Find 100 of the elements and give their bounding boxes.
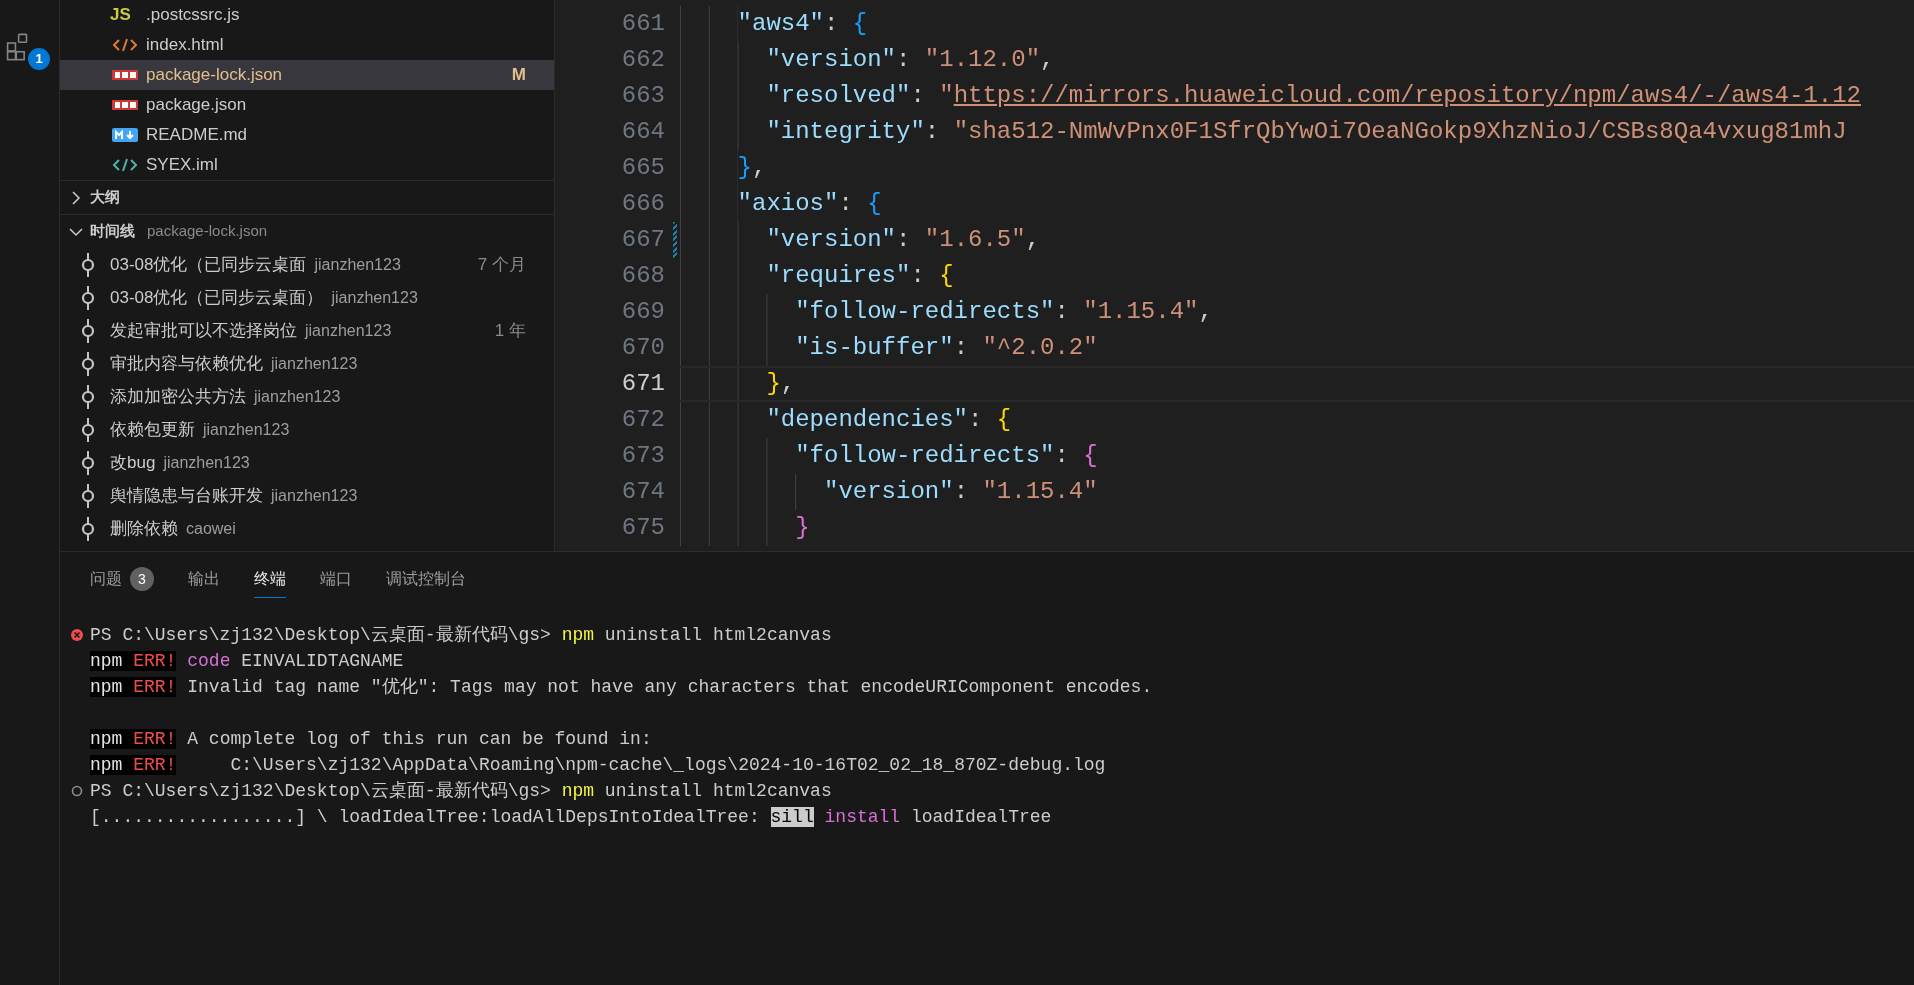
timeline-item[interactable]: 发起审批可以不选择岗位 jianzhen123 1 年 bbox=[60, 314, 554, 347]
commit-icon bbox=[80, 285, 96, 310]
section-subtitle: package-lock.json bbox=[147, 221, 268, 242]
section-title: 大纲 bbox=[90, 187, 120, 208]
file-name: index.html bbox=[146, 34, 224, 57]
commit-message: 依赖包更新 bbox=[110, 418, 195, 441]
line-number: 667 bbox=[620, 225, 665, 255]
code-line: "follow-redirects": "1.15.4", bbox=[795, 297, 1213, 327]
code-line: "is-buffer": "^2.0.2" bbox=[795, 333, 1098, 363]
count-badge: 3 bbox=[130, 567, 154, 591]
timeline-item[interactable]: 改bug jianzhen123 bbox=[60, 446, 554, 479]
code-line: "follow-redirects": { bbox=[795, 441, 1098, 471]
commit-author: jianzhen123 bbox=[163, 452, 250, 473]
code-link[interactable]: https://mirrors.huaweicloud.com/repository/npm/aws4/-/aws4-1.12 bbox=[953, 82, 1861, 109]
file-item[interactable]: package.json bbox=[60, 90, 554, 120]
commit-author: jianzhen123 bbox=[271, 485, 358, 506]
panel-tab[interactable]: 终端 bbox=[254, 564, 286, 598]
commit-time: 1 年 bbox=[494, 319, 526, 342]
code-line: } bbox=[795, 513, 810, 543]
code-file-icon bbox=[110, 156, 140, 174]
line-number: 672 bbox=[620, 405, 665, 435]
notification-badge: 1 bbox=[28, 48, 50, 70]
terminal-line: PS C:\Users\zj132\Desktop\云桌面-最新代码\gs> npm uninstall html2canvas bbox=[90, 623, 832, 647]
git-status: M bbox=[511, 64, 526, 87]
commit-author: jianzhen123 bbox=[254, 386, 341, 407]
commit-author: jianzhen123 bbox=[314, 254, 401, 275]
section-header[interactable]: 大纲 bbox=[60, 180, 554, 214]
line-number: 669 bbox=[620, 297, 665, 327]
timeline-item[interactable]: 依赖包更新 jianzhen123 bbox=[60, 413, 554, 446]
commit-icon bbox=[80, 483, 96, 508]
commit-author: caowei bbox=[186, 518, 236, 539]
line-number: 668 bbox=[620, 261, 665, 291]
code-line: }, bbox=[737, 153, 767, 183]
file-name: .postcssrc.js bbox=[146, 4, 240, 27]
commit-message: 03-08优化（已同步云桌面） bbox=[110, 286, 324, 309]
file-item[interactable]: SYEX.iml bbox=[60, 150, 554, 180]
line-number: 673 bbox=[620, 441, 665, 471]
terminal-line: npm ERR! Invalid tag name "优化": Tags may not have any characters that encodeURIComponent encodes. bbox=[90, 675, 1153, 699]
panel-tab[interactable]: 输出 bbox=[188, 564, 220, 598]
commit-message: 改bug bbox=[110, 451, 156, 474]
timeline-item[interactable]: 添加加密公共方法 jianzhen123 bbox=[60, 380, 554, 413]
file-name: SYEX.iml bbox=[146, 154, 218, 177]
code-line: "dependencies": { bbox=[766, 405, 1012, 435]
code-line: "version": "1.6.5", bbox=[766, 225, 1041, 255]
code-line: "requires": { bbox=[766, 261, 954, 291]
file-name: README.md bbox=[146, 124, 248, 147]
terminal-line: PS C:\Users\zj132\Desktop\云桌面-最新代码\gs> npm uninstall html2canvas bbox=[90, 779, 832, 803]
line-number: 664 bbox=[620, 117, 665, 147]
line-number: 674 bbox=[620, 477, 665, 507]
markdown-icon bbox=[110, 126, 140, 144]
commit-message: 删除依赖 bbox=[110, 517, 178, 540]
timeline-item[interactable]: 审批内容与依赖优化 jianzhen123 bbox=[60, 347, 554, 380]
code-line: "aws4": { bbox=[737, 9, 868, 39]
file-item[interactable]: package-lock.json M bbox=[60, 60, 554, 90]
commit-time: 7 个月 bbox=[477, 253, 526, 276]
error-icon bbox=[70, 628, 84, 642]
commit-message: 审批内容与依赖优化 bbox=[110, 352, 263, 375]
commit-icon bbox=[80, 384, 96, 409]
panel-tab[interactable]: 问题 3 bbox=[90, 564, 154, 598]
code-line: "axios": { bbox=[737, 189, 882, 219]
commit-message: 03-08优化（已同步云桌面 bbox=[110, 253, 307, 276]
commit-message: 添加加密公共方法 bbox=[110, 385, 246, 408]
commit-message: 发起审批可以不选择岗位 bbox=[110, 319, 297, 342]
commit-icon bbox=[80, 351, 96, 376]
section-header[interactable]: 时间线 package-lock.json bbox=[60, 214, 554, 248]
commit-author: jianzhen123 bbox=[203, 419, 290, 440]
commit-author: jianzhen123 bbox=[271, 353, 358, 374]
line-number: 661 bbox=[620, 9, 665, 39]
line-number: 665 bbox=[620, 153, 665, 183]
timeline-item[interactable]: 舆情隐患与台账开发 jianzhen123 bbox=[60, 479, 554, 512]
javascript-icon: JS bbox=[110, 2, 140, 28]
timeline-item[interactable]: 删除依赖 caowei bbox=[60, 512, 554, 545]
line-number: 663 bbox=[620, 81, 665, 111]
terminal-line: npm ERR! code EINVALIDTAGNAME bbox=[90, 649, 404, 673]
file-item[interactable]: JS .postcssrc.js bbox=[60, 0, 554, 30]
line-number: 670 bbox=[620, 333, 665, 363]
terminal-line: [..................] \ loadIdealTree:loadAllDepsIntoIdealTree: sill install loadIdealTree bbox=[90, 805, 1052, 829]
code-line: "resolved": "https://mirrors.huaweicloud.com/repository/npm/aws4/-/aws4-1.12 bbox=[766, 81, 1861, 111]
commit-icon bbox=[80, 252, 96, 277]
timeline-item[interactable]: 03-08优化（已同步云桌面 jianzhen123 7 个月 bbox=[60, 248, 554, 281]
code-line: "version": "1.15.4" bbox=[824, 477, 1098, 507]
circle-icon bbox=[70, 784, 84, 798]
terminal-line: npm ERR! C:\Users\zj132\AppData\Roaming\npm-cache\_logs\2024-10-16T02_02_18_870Z-debug.log bbox=[90, 753, 1106, 777]
commit-message: 舆情隐患与台账开发 bbox=[110, 484, 263, 507]
file-item[interactable]: index.html bbox=[60, 30, 554, 60]
line-number: 671 bbox=[620, 369, 665, 399]
terminal-line: npm ERR! A complete log of this run can be found in: bbox=[90, 727, 652, 751]
line-number: 662 bbox=[620, 45, 665, 75]
panel-tab[interactable]: 调试控制台 bbox=[386, 564, 466, 598]
line-number: 675 bbox=[620, 513, 665, 543]
timeline-item[interactable]: 03-08优化（已同步云桌面） jianzhen123 bbox=[60, 281, 554, 314]
commit-author: jianzhen123 bbox=[305, 320, 392, 341]
commit-author: jianzhen123 bbox=[331, 287, 418, 308]
commit-icon bbox=[80, 417, 96, 442]
commit-icon bbox=[80, 318, 96, 343]
code-line: "integrity": "sha512-NmWvPnx0F1SfrQbYwOi7OeaNGokp9XhzNioJ/CSBs8Qa4vxug81mhJ bbox=[766, 117, 1847, 147]
code-file-icon bbox=[110, 36, 140, 54]
code-line: }, bbox=[766, 369, 796, 399]
panel-tab[interactable]: 端口 bbox=[320, 564, 352, 598]
file-item[interactable]: README.md bbox=[60, 120, 554, 150]
